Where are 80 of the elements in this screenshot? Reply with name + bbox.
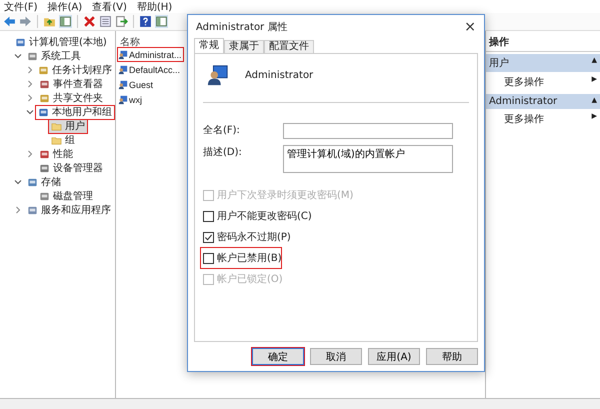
dialog-title: Administrator 属性 [196, 20, 288, 34]
description-field[interactable]: 管理计算机(域)的内置帐户 [283, 145, 453, 173]
dialog-button[interactable]: 应用(A) [368, 348, 420, 365]
tab[interactable]: 隶属于 [224, 40, 264, 53]
checkbox-label: 帐户已锁定(O) [217, 272, 283, 286]
pane-icon[interactable] [59, 15, 72, 28]
back-arrow-icon[interactable] [3, 15, 16, 28]
tree-item[interactable]: 共享文件夹 [36, 90, 106, 106]
checkbox-label: 密码永不过期(P) [217, 230, 291, 244]
dialog-button[interactable]: 帮助 [426, 348, 478, 365]
action-link[interactable]: 更多操作 [504, 75, 544, 89]
checkbox[interactable] [203, 252, 214, 264]
collapse-caret-icon[interactable] [26, 66, 34, 74]
delete-icon[interactable] [83, 15, 96, 28]
tree-item[interactable]: 用户 [48, 118, 88, 134]
checkbox-label: 用户下次登录时须更改密码(M) [217, 188, 354, 202]
folder-icon [51, 120, 62, 132]
tree-node-icon [38, 64, 49, 76]
export-icon[interactable] [115, 15, 128, 28]
dialog-button[interactable]: 取消 [310, 348, 362, 365]
user-list-item[interactable]: DefaultAcc... [117, 62, 182, 77]
tree-item[interactable]: 存储 [24, 174, 64, 190]
section-title: 用户 [489, 56, 509, 70]
expand-caret-icon[interactable] [14, 178, 22, 186]
field-label: 全名(F): [203, 124, 241, 137]
tab[interactable]: 常规 [194, 38, 224, 53]
tree-item[interactable]: 计算机管理(本地) [12, 34, 110, 50]
collapse-caret-icon[interactable] [26, 80, 34, 88]
tree-item[interactable]: 任务计划程序 [35, 62, 115, 78]
properties-icon[interactable] [99, 15, 112, 28]
tree-node-icon [39, 148, 50, 160]
full-name-field[interactable] [283, 123, 453, 139]
user-icon [118, 94, 128, 104]
tree-node-icon [39, 190, 50, 202]
section-title: Administrator [489, 96, 558, 107]
tree-node-icon [27, 50, 38, 62]
menu-item[interactable]: 操作(A) [48, 0, 82, 14]
user-name: Administrator [245, 70, 314, 80]
expand-caret-icon[interactable] [14, 52, 22, 60]
user-list-item[interactable]: Administrat... [117, 47, 184, 62]
tree-node-icon [27, 176, 38, 188]
checkbox[interactable] [203, 232, 214, 242]
tree-item[interactable]: 事件查看器 [36, 76, 106, 92]
help-icon[interactable] [139, 15, 152, 28]
field-label: 描述(D): [203, 146, 243, 159]
tree-item[interactable]: 设备管理器 [36, 160, 106, 176]
checkbox-label: 帐户已禁用(B) [217, 252, 282, 265]
menu-item[interactable]: 查看(V) [92, 0, 127, 14]
user-list-item[interactable]: wxj [117, 92, 144, 107]
tree-item[interactable]: 磁盘管理 [36, 188, 96, 204]
tree-node-icon [39, 162, 50, 174]
pane-icon[interactable] [155, 15, 168, 28]
collapse-caret-icon[interactable] [26, 150, 34, 158]
user-icon [118, 80, 128, 90]
checkbox[interactable] [203, 210, 214, 222]
menu-item[interactable]: 文件(F) [4, 0, 38, 14]
tree-item[interactable]: 性能 [36, 146, 76, 162]
forward-arrow-icon[interactable] [19, 15, 32, 28]
user-icon [118, 50, 128, 60]
menu-item[interactable]: 帮助(H) [136, 0, 172, 14]
user-list-item[interactable]: Guest [117, 77, 156, 92]
tree-node-icon [15, 36, 26, 48]
tree-item[interactable]: 组 [48, 132, 78, 148]
action-link[interactable]: 更多操作 [504, 112, 544, 126]
dialog-button[interactable]: 确定 [252, 348, 304, 365]
close-button[interactable]: × [464, 19, 476, 35]
collapse-caret-icon[interactable] [26, 94, 34, 102]
user-icon [118, 64, 128, 74]
expand-caret-icon[interactable] [26, 108, 34, 116]
checkbox-label: 用户不能更改密码(C) [217, 210, 312, 223]
user-icon [207, 64, 229, 86]
tree-node-icon [39, 92, 50, 104]
collapse-caret-icon[interactable] [14, 206, 22, 214]
tree-node-icon [27, 204, 38, 216]
tree-item[interactable]: 系统工具 [24, 48, 84, 64]
tab[interactable]: 配置文件 [264, 40, 314, 53]
tree-node-icon [38, 106, 49, 118]
actions-header: 操作 [486, 33, 600, 52]
tree-item[interactable]: 服务和应用程序 [24, 202, 114, 218]
tree-node-icon [39, 78, 50, 90]
